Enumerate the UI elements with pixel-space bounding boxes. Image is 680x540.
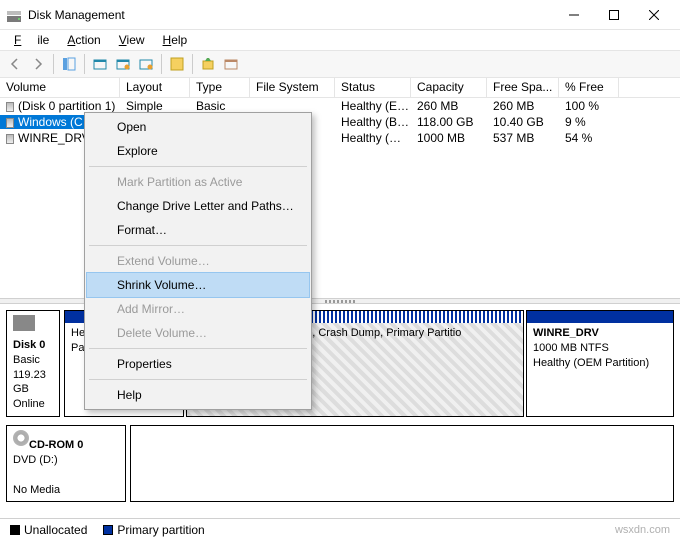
forward-button[interactable] (27, 53, 49, 75)
minimize-button[interactable] (554, 0, 594, 30)
cell: 537 MB (487, 131, 559, 145)
cell: (Disk 0 partition 1) (0, 99, 120, 113)
col-filesystem[interactable]: File System (250, 78, 335, 97)
col-volume[interactable]: Volume (0, 78, 120, 97)
drive-icon (6, 102, 14, 112)
menu-view[interactable]: View (111, 31, 153, 49)
col-freespace[interactable]: Free Spa... (487, 78, 559, 97)
col-capacity[interactable]: Capacity (411, 78, 487, 97)
disk-row: CD-ROM 0DVD (D:)No Media (6, 425, 674, 502)
context-item-properties[interactable]: Properties (87, 352, 309, 376)
context-item-help[interactable]: Help (87, 383, 309, 407)
window-title: Disk Management (28, 8, 554, 22)
context-item-open[interactable]: Open (87, 115, 309, 139)
menubar: File Action View Help (0, 30, 680, 50)
cell: 260 MB (411, 99, 487, 113)
context-separator (89, 245, 307, 246)
context-item-change-drive-letter-and-paths[interactable]: Change Drive Letter and Paths… (87, 194, 309, 218)
context-separator (89, 166, 307, 167)
context-separator (89, 348, 307, 349)
context-item-shrink-volume[interactable]: Shrink Volume… (87, 273, 309, 297)
app-icon (6, 7, 22, 23)
watermark: wsxdn.com (615, 524, 670, 536)
legend-unallocated: Unallocated (10, 523, 87, 537)
back-button[interactable] (4, 53, 26, 75)
col-pctfree[interactable]: % Free (559, 78, 619, 97)
partitions (130, 425, 674, 502)
cell: 1000 MB (411, 131, 487, 145)
action-button[interactable] (197, 53, 219, 75)
toolbar-separator (192, 54, 193, 74)
cell: Basic (190, 99, 250, 113)
context-item-format[interactable]: Format… (87, 218, 309, 242)
context-item-explore[interactable]: Explore (87, 139, 309, 163)
maximize-button[interactable] (594, 0, 634, 30)
toolbar-separator (161, 54, 162, 74)
legend-primary: Primary partition (103, 523, 204, 537)
cell: 54 % (559, 131, 619, 145)
list-header: VolumeLayoutTypeFile SystemStatusCapacit… (0, 78, 680, 98)
extra-button[interactable] (220, 53, 242, 75)
menu-action[interactable]: Action (59, 31, 108, 49)
cell: 260 MB (487, 99, 559, 113)
toolbar-separator (84, 54, 85, 74)
cell: Healthy (… (335, 131, 411, 145)
cell: Healthy (E… (335, 99, 411, 113)
context-item-delete-volume: Delete Volume… (87, 321, 309, 345)
disk-info-box[interactable]: Disk 0Basic119.23 GBOnline (6, 310, 60, 417)
cell: 118.00 GB (411, 115, 487, 129)
partition-stripe (527, 311, 673, 323)
col-status[interactable]: Status (335, 78, 411, 97)
toolbar (0, 50, 680, 78)
context-item-extend-volume: Extend Volume… (87, 249, 309, 273)
context-item-mark-partition-as-active: Mark Partition as Active (87, 170, 309, 194)
disk-icon (13, 315, 35, 331)
partition-empty (130, 425, 674, 502)
menu-help[interactable]: Help (155, 31, 196, 49)
help-button[interactable] (166, 53, 188, 75)
cell: Healthy (B… (335, 115, 411, 129)
titlebar: Disk Management (0, 0, 680, 30)
drive-icon (6, 134, 14, 144)
cell: 10.40 GB (487, 115, 559, 129)
menu-file[interactable]: File (6, 31, 57, 49)
col-layout[interactable]: Layout (120, 78, 190, 97)
close-button[interactable] (634, 0, 674, 30)
context-item-add-mirror: Add Mirror… (87, 297, 309, 321)
legend: Unallocated Primary partition (0, 518, 680, 540)
toolbar-separator (53, 54, 54, 74)
settings-button[interactable] (112, 53, 134, 75)
cell: 100 % (559, 99, 619, 113)
cdrom-icon (13, 430, 29, 446)
cell: Simple (120, 99, 190, 113)
partition[interactable]: WINRE_DRV1000 MB NTFSHealthy (OEM Partit… (526, 310, 674, 417)
col-type[interactable]: Type (190, 78, 250, 97)
context-menu: OpenExplore Mark Partition as ActiveChang… (84, 112, 312, 410)
refresh-button[interactable] (89, 53, 111, 75)
show-hide-button[interactable] (58, 53, 80, 75)
disk-settings-button[interactable] (135, 53, 157, 75)
disk-info-box[interactable]: CD-ROM 0DVD (D:)No Media (6, 425, 126, 502)
cell: 9 % (559, 115, 619, 129)
drive-icon (6, 118, 14, 128)
context-separator (89, 379, 307, 380)
